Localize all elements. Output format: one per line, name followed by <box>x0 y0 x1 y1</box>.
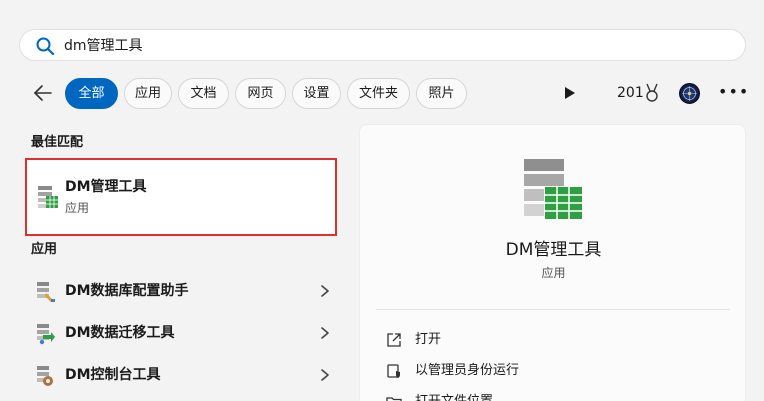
divider <box>376 309 730 310</box>
console-app-icon <box>37 366 53 386</box>
migration-app-icon <box>37 324 55 345</box>
open-action-label: 打开 <box>415 332 442 347</box>
dm-manager-app-icon <box>38 186 58 208</box>
run-as-admin-label: 以管理员身份运行 <box>415 363 520 378</box>
search-bar[interactable]: dm管理工具 <box>19 29 746 61</box>
apps-heading: 应用 <box>31 242 58 257</box>
rewards-points[interactable]: 201 <box>617 84 644 102</box>
search-input[interactable]: dm管理工具 <box>64 36 143 56</box>
folder-icon <box>386 397 402 401</box>
chevron-right-icon[interactable] <box>320 368 330 382</box>
chevron-right-icon[interactable] <box>320 326 330 340</box>
dm-manager-large-icon <box>524 159 582 219</box>
best-match-subtitle: 应用 <box>65 201 90 215</box>
list-item-dm-migration[interactable]: DM数据迁移工具 <box>24 313 346 353</box>
best-match-heading: 最佳匹配 <box>31 135 84 150</box>
open-file-location-action[interactable]: 打开文件位置 <box>384 391 724 401</box>
open-file-location-label: 打开文件位置 <box>415 393 493 401</box>
tab-folders[interactable]: 文件夹 <box>347 78 410 109</box>
filter-bar: 全部 应用 文档 网页 设置 文件夹 照片 201 ••• <box>0 76 764 110</box>
list-item-label: DM数据迁移工具 <box>65 325 175 341</box>
run-as-admin-action[interactable]: 以管理员身份运行 <box>384 360 724 384</box>
medal-icon[interactable] <box>644 83 660 103</box>
avatar[interactable] <box>679 83 700 104</box>
chevron-right-icon[interactable] <box>320 284 330 298</box>
open-external-icon <box>387 333 401 347</box>
tab-settings[interactable]: 设置 <box>292 78 341 109</box>
detail-app-type: 应用 <box>541 266 566 280</box>
play-icon[interactable] <box>564 86 576 100</box>
tab-web[interactable]: 网页 <box>235 78 286 109</box>
db-config-app-icon <box>37 282 55 302</box>
avatar-image-icon <box>682 86 697 101</box>
tab-documents[interactable]: 文档 <box>178 78 229 109</box>
detail-panel: DM管理工具 应用 打开 以管理员身份运行 打开文件位置 <box>359 124 746 401</box>
list-item-dm-db-config[interactable]: DM数据库配置助手 <box>24 271 346 311</box>
best-match-title: DM管理工具 <box>65 179 147 195</box>
shield-icon <box>387 364 400 378</box>
tab-photos[interactable]: 照片 <box>416 78 467 109</box>
search-icon <box>36 37 55 56</box>
list-item-label: DM数据库配置助手 <box>65 283 189 299</box>
list-item-dm-console[interactable]: DM控制台工具 <box>24 355 346 395</box>
back-arrow-icon[interactable] <box>32 83 54 103</box>
tab-apps[interactable]: 应用 <box>124 78 172 109</box>
best-match-card[interactable]: DM管理工具 应用 <box>25 158 337 236</box>
more-options-icon[interactable]: ••• <box>718 83 748 103</box>
open-action[interactable]: 打开 <box>384 329 724 353</box>
tab-all[interactable]: 全部 <box>65 78 118 109</box>
detail-app-name: DM管理工具 <box>505 240 602 260</box>
list-item-label: DM控制台工具 <box>65 367 161 383</box>
